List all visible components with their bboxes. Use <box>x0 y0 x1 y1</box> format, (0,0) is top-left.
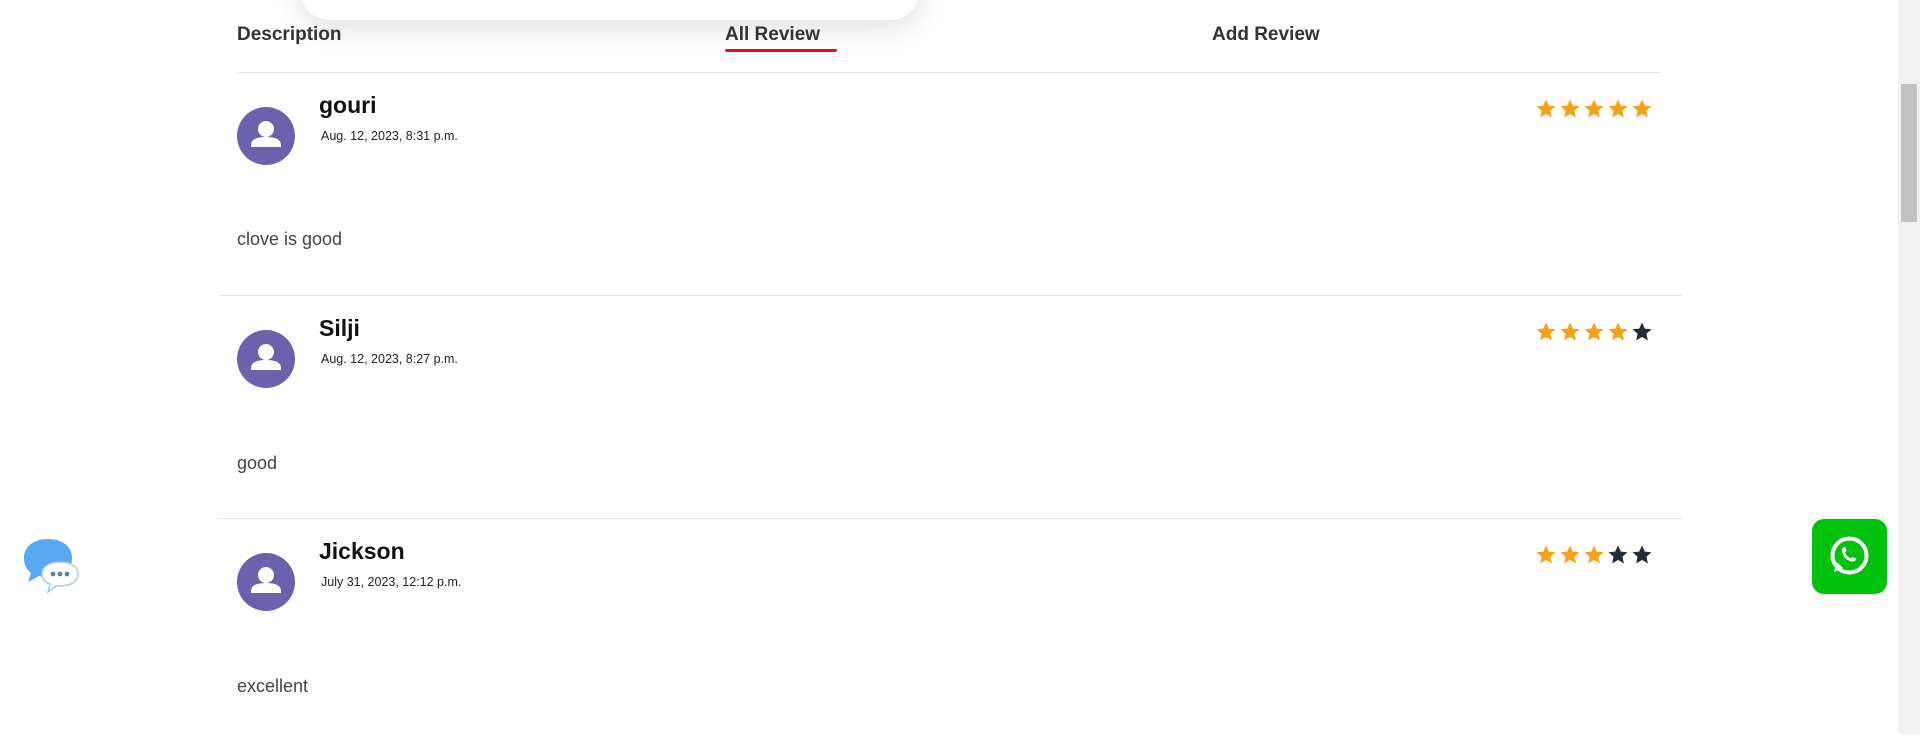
star-icon <box>1536 545 1556 564</box>
review-date: Aug. 12, 2023, 8:31 p.m. <box>321 129 458 143</box>
whatsapp-button[interactable] <box>1812 519 1887 594</box>
rating-stars <box>1535 321 1653 343</box>
review-comment: good <box>237 453 278 473</box>
star-icon <box>1608 545 1628 564</box>
reviewer-name: Jickson <box>319 538 405 564</box>
tab-add-review[interactable]: Add Review <box>1212 24 1320 46</box>
tab-description[interactable]: Description <box>237 24 342 46</box>
whatsapp-icon <box>1830 536 1869 575</box>
star-icon <box>1560 99 1580 118</box>
star-icon <box>1584 99 1604 118</box>
review-item: Silji Aug. 12, 2023, 8:27 p.m. good <box>218 296 1682 519</box>
star-icon <box>1536 99 1556 118</box>
user-icon <box>237 330 295 388</box>
user-icon <box>237 553 295 611</box>
review-tabs: Description All Review Add Review <box>237 0 1662 73</box>
star-icon <box>1632 545 1652 564</box>
active-tab-underline <box>725 49 837 52</box>
star-icon <box>1584 545 1604 564</box>
star-icon <box>1560 545 1580 564</box>
star-icon <box>1608 322 1628 341</box>
review-comment: excellent <box>237 676 309 696</box>
star-icon <box>1584 322 1604 341</box>
review-item: gouri Aug. 12, 2023, 8:31 p.m. clove is … <box>218 73 1682 296</box>
star-icon <box>1632 99 1652 118</box>
star-icon <box>1608 99 1628 118</box>
star-icon <box>1632 322 1652 341</box>
review-comment: clove is good <box>237 229 343 249</box>
scrollbar-thumb[interactable] <box>1901 84 1917 222</box>
review-item: Jickson July 31, 2023, 12:12 p.m. excell… <box>218 519 1682 741</box>
reviewer-name: gouri <box>319 92 377 118</box>
star-icon <box>1560 322 1580 341</box>
chat-bubble-icon[interactable] <box>20 536 80 596</box>
rating-stars <box>1535 544 1653 566</box>
rating-stars <box>1535 98 1653 120</box>
star-icon <box>1536 322 1556 341</box>
reviewer-name: Silji <box>319 315 360 341</box>
user-icon <box>237 107 295 165</box>
review-date: July 31, 2023, 12:12 p.m. <box>321 575 462 589</box>
tab-all-review[interactable]: All Review <box>725 24 820 46</box>
review-date: Aug. 12, 2023, 8:27 p.m. <box>321 352 458 366</box>
